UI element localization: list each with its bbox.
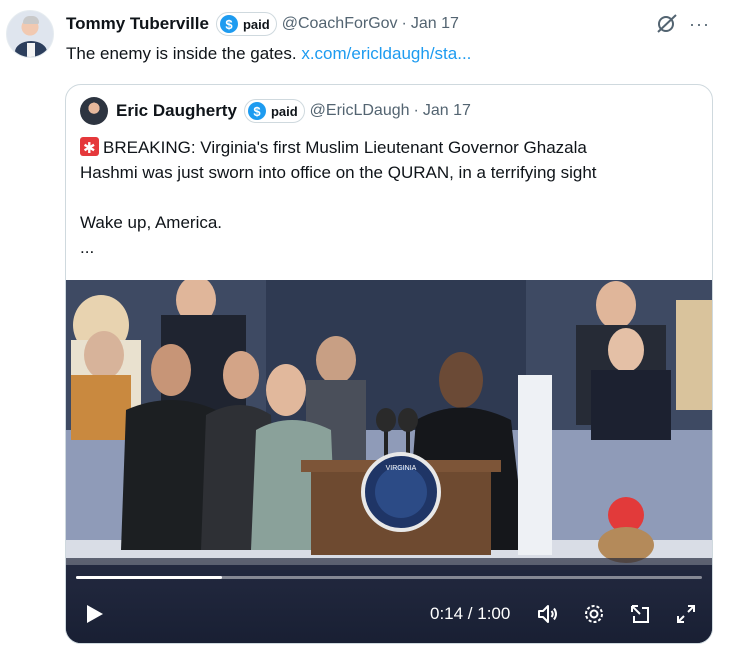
post-date[interactable]: Jan 17 — [411, 15, 459, 33]
author-handle[interactable]: @CoachForGov — [282, 15, 398, 33]
quoted-text: BREAKING: Virginia's first Muslim Lieute… — [80, 135, 700, 260]
separator: · — [413, 102, 419, 119]
post-text: The enemy is inside the gates. x.com/eri… — [66, 44, 471, 64]
progress-bar[interactable] — [76, 576, 702, 579]
police-light-icon — [80, 136, 99, 161]
quoted-text-line2: Hashmi was just sworn into office on the… — [80, 163, 597, 182]
time-label: 0:14 / 1:00 — [430, 604, 511, 623]
volume-icon[interactable] — [536, 602, 560, 626]
author-avatar[interactable] — [6, 10, 54, 58]
quoted-author-name[interactable]: Eric Daugherty — [116, 101, 237, 121]
quoted-handle[interactable]: @EricLDaugh — [310, 102, 410, 120]
fullscreen-icon[interactable] — [674, 602, 698, 626]
seal-text: VIRGINIA — [386, 465, 417, 472]
quoted-text-line3: Wake up, America. — [80, 213, 223, 232]
video-player[interactable]: VIRGINIA 0:14 / 1:00 — [66, 280, 712, 643]
post-link[interactable]: x.com/ericldaugh/sta... — [301, 44, 471, 63]
quoted-text-line4: ... — [80, 238, 95, 257]
dollar-icon: $ — [247, 102, 266, 120]
paid-label: paid — [270, 103, 298, 119]
quoted-header: Eric Daugherty $ paid @EricLDaugh · Jan … — [116, 99, 471, 123]
post-body: The enemy is inside the gates. — [66, 44, 297, 63]
settings-icon[interactable] — [582, 602, 606, 626]
grok-icon[interactable] — [655, 12, 679, 36]
author-name[interactable]: Tommy Tuberville — [66, 14, 209, 34]
video-controls — [66, 558, 712, 643]
progress-fill — [76, 576, 222, 579]
quoted-paid-badge[interactable]: $ paid — [243, 99, 305, 123]
dollar-icon: $ — [219, 15, 238, 33]
pop-out-icon[interactable] — [628, 602, 652, 626]
separator: · — [401, 15, 407, 32]
quoted-post[interactable]: Eric Daugherty $ paid @EricLDaugh · Jan … — [65, 84, 713, 644]
quoted-author-avatar[interactable] — [80, 97, 108, 125]
quoted-date[interactable]: Jan 17 — [423, 102, 471, 120]
paid-badge[interactable]: $ paid — [215, 12, 277, 36]
paid-label: paid — [242, 16, 270, 32]
more-icon[interactable]: ··· — [689, 15, 710, 33]
play-icon[interactable] — [82, 602, 106, 626]
quoted-text-line1: BREAKING: Virginia's first Muslim Lieute… — [103, 138, 587, 157]
post-tools: ··· — [655, 12, 710, 36]
post-header: Tommy Tuberville $ paid @CoachForGov · J… — [66, 12, 459, 36]
